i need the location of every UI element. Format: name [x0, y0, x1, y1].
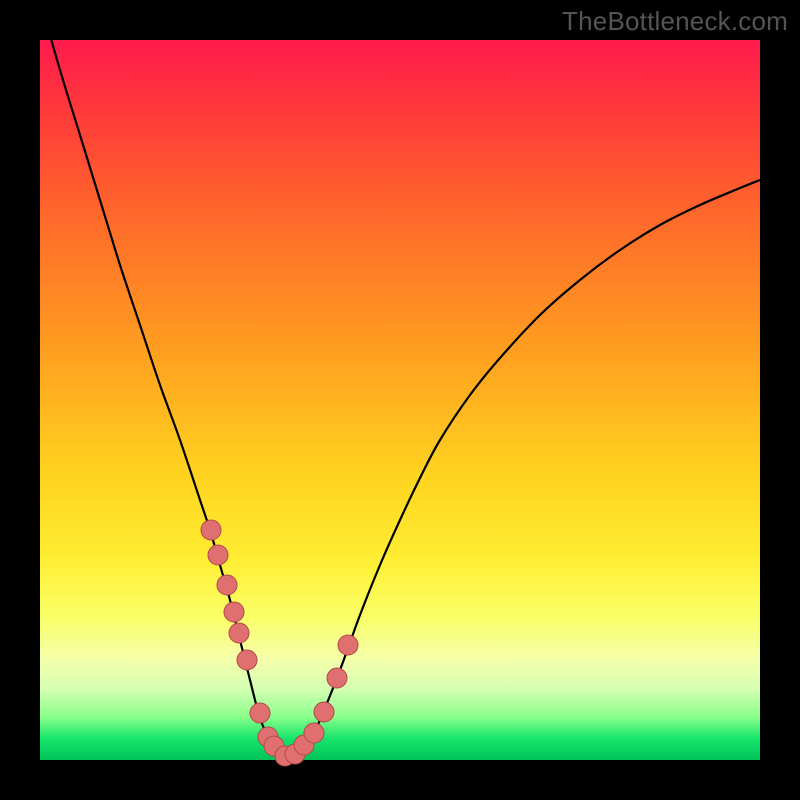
marker-dot — [229, 623, 249, 643]
plot-area — [40, 40, 760, 760]
watermark-text: TheBottleneck.com — [562, 6, 788, 37]
marker-dot — [304, 723, 324, 743]
marker-layer — [201, 520, 358, 766]
marker-dot — [237, 650, 257, 670]
plot-svg — [40, 40, 760, 760]
marker-dot — [217, 575, 237, 595]
curve-path — [40, 0, 760, 757]
marker-dot — [327, 668, 347, 688]
marker-dot — [250, 703, 270, 723]
marker-dot — [201, 520, 221, 540]
chart-frame: TheBottleneck.com — [0, 0, 800, 800]
marker-dot — [314, 702, 334, 722]
marker-dot — [338, 635, 358, 655]
marker-dot — [208, 545, 228, 565]
marker-dot — [224, 602, 244, 622]
